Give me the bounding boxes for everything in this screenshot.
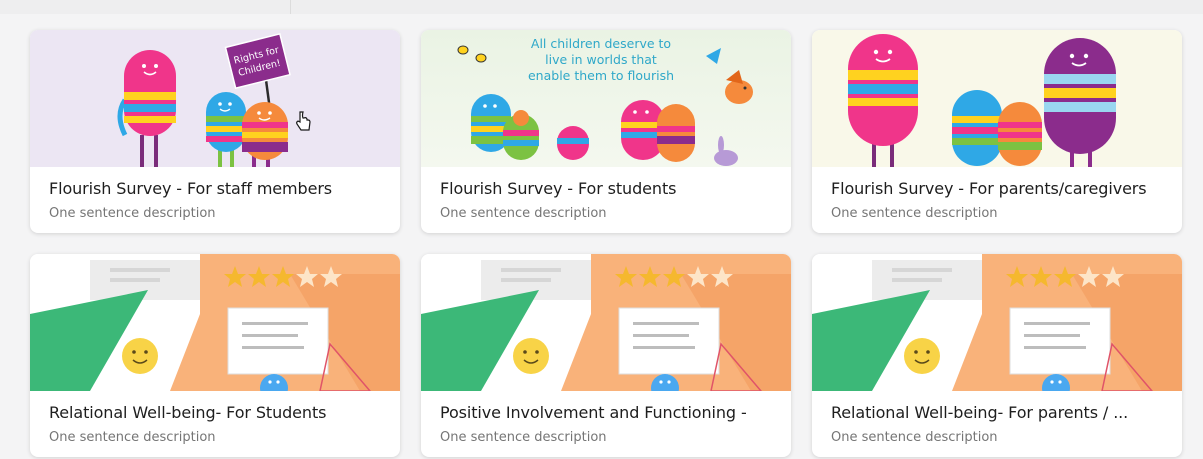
card-title: Flourish Survey - For staff members [49, 179, 333, 198]
card-description: One sentence description [49, 430, 216, 445]
card-title: Relational Well-being- For parents / ... [831, 403, 1129, 422]
children-characters-icon [471, 94, 695, 162]
survey-shapes-illustration [421, 254, 791, 391]
survey-card-parents[interactable]: Flourish Survey - For parents/caregivers… [812, 30, 1182, 233]
banner-line-3: enable them to flourish [528, 68, 674, 83]
pink-character-icon [117, 50, 176, 167]
survey-card-grid: Rights for Children! Flourish Survey - F… [30, 30, 1193, 457]
family-characters-icon [848, 34, 1116, 167]
card-illustration-survey [30, 254, 400, 391]
banner-line-1: All children deserve to [531, 36, 671, 51]
card-title: Relational Well-being- For Students [49, 403, 327, 422]
banner-line-2: live in worlds that [545, 52, 657, 67]
survey-card-staff[interactable]: Rights for Children! Flourish Survey - F… [30, 30, 400, 233]
survey-shapes-illustration [812, 254, 1182, 391]
survey-card-relational-parents[interactable]: Relational Well-being- For parents / ...… [812, 254, 1182, 457]
card-description: One sentence description [440, 430, 607, 445]
card-description: One sentence description [831, 430, 998, 445]
card-illustration-students: All children deserve to live in worlds t… [421, 30, 791, 167]
bird-icon [706, 48, 753, 104]
toolbar-divider [290, 0, 291, 14]
survey-card-relational-students[interactable]: Relational Well-being- For Students One … [30, 254, 400, 457]
survey-card-students[interactable]: All children deserve to live in worlds t… [421, 30, 791, 233]
card-description: One sentence description [49, 206, 216, 221]
green-character-icon [206, 92, 246, 167]
card-description: One sentence description [831, 206, 998, 221]
card-title: Flourish Survey - For parents/caregivers [831, 179, 1147, 198]
survey-shapes-illustration [30, 254, 400, 391]
card-title: Flourish Survey - For students [440, 179, 677, 198]
rabbit-icon [714, 136, 738, 166]
card-title: Positive Involvement and Functioning - [440, 403, 747, 422]
card-illustration-survey [812, 254, 1182, 391]
top-toolbar-strip [0, 0, 1203, 14]
card-illustration-parents [812, 30, 1182, 167]
orange-character-icon [242, 102, 288, 167]
card-description: One sentence description [440, 206, 607, 221]
bee-icon [457, 45, 487, 63]
hand-pointer-icon [296, 111, 311, 131]
survey-card-positive-involvement[interactable]: Positive Involvement and Functioning - O… [421, 254, 791, 457]
card-illustration-staff: Rights for Children! [30, 30, 400, 167]
card-illustration-survey [421, 254, 791, 391]
